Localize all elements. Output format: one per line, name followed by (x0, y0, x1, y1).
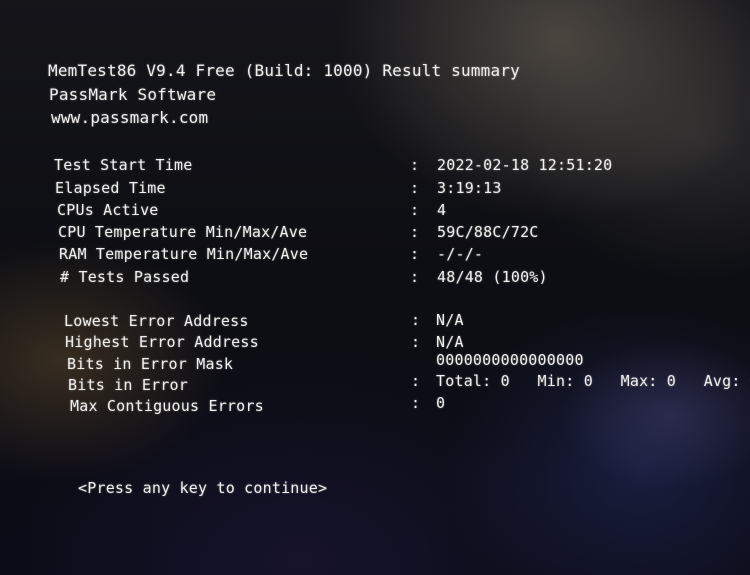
summary-label: Test Start Time (54, 156, 193, 174)
error-label: Highest Error Address (65, 333, 259, 351)
summary-value: -/-/- (437, 245, 484, 263)
summary-separator: : (410, 201, 420, 219)
summary-value: 4 (437, 201, 447, 219)
summary-separator: : (410, 223, 420, 241)
error-label: Bits in Error (68, 376, 188, 394)
company-url: www.passmark.com (51, 108, 209, 127)
error-value: 0 (436, 394, 446, 412)
error-separator: : (411, 394, 421, 412)
error-separator: : (411, 333, 421, 351)
error-label: Max Contiguous Errors (70, 397, 264, 415)
summary-label: # Tests Passed (60, 268, 190, 286)
summary-separator: : (410, 179, 420, 197)
error-label: Lowest Error Address (64, 312, 249, 330)
summary-value: 48/48 (100%) (437, 268, 548, 286)
error-label: Bits in Error Mask (67, 355, 234, 373)
company-name: PassMark Software (49, 85, 217, 104)
summary-value: 2022-02-18 12:51:20 (437, 156, 613, 174)
summary-separator: : (410, 245, 420, 263)
error-value: Total: 0 Min: 0 Max: 0 Avg: 0 (436, 372, 750, 390)
error-separator: : (411, 372, 421, 390)
summary-value: 3:19:13 (437, 179, 502, 197)
error-value: N/A (436, 311, 464, 329)
error-value: 0000000000000000 (436, 351, 584, 369)
summary-separator: : (410, 156, 420, 174)
summary-label: RAM Temperature Min/Max/Ave (59, 245, 309, 263)
error-separator: : (411, 311, 421, 329)
summary-label: CPU Temperature Min/Max/Ave (58, 223, 308, 241)
summary-label: Elapsed Time (55, 179, 166, 197)
summary-value: 59C/88C/72C (437, 223, 539, 241)
summary-label: CPUs Active (57, 201, 159, 219)
report-title: MemTest86 V9.4 Free (Build: 1000) Result… (48, 61, 520, 80)
continue-prompt[interactable]: <Press any key to continue> (78, 479, 327, 497)
error-value: N/A (436, 333, 464, 351)
summary-separator: : (410, 268, 420, 286)
memtest-result-screen: MemTest86 V9.4 Free (Build: 1000) Result… (0, 0, 750, 575)
monitor-photo-background: MemTest86 V9.4 Free (Build: 1000) Result… (0, 0, 750, 575)
